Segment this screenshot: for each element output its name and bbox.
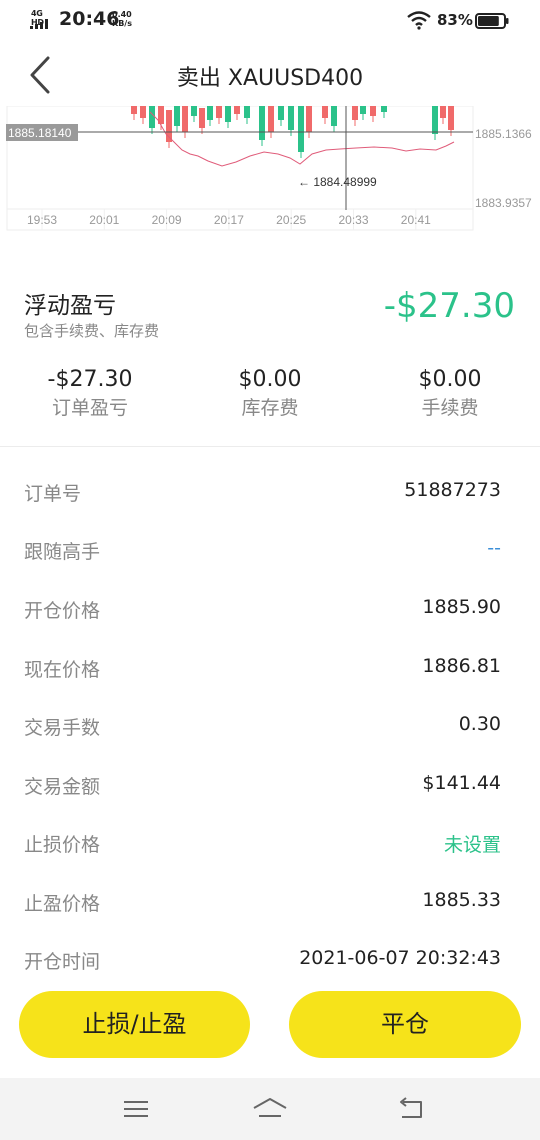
detail-key: 跟随高手 bbox=[24, 541, 101, 563]
divider bbox=[0, 446, 540, 447]
detail-key: 订单号 bbox=[24, 483, 82, 505]
candle bbox=[191, 106, 197, 116]
detail-row-current-price: 现在价格 1886.81 bbox=[24, 655, 501, 685]
system-nav-bar bbox=[0, 1078, 540, 1140]
time-tick-label: 20:01 bbox=[89, 213, 119, 227]
detail-row-lots: 交易手数 0.30 bbox=[24, 713, 501, 743]
floating-pl-title: 浮动盈亏 bbox=[24, 293, 116, 319]
floating-pl-subtitle: 包含手续费、库存费 bbox=[24, 322, 160, 340]
page-title: 卖出 XAUUSD400 bbox=[176, 66, 364, 91]
candle bbox=[278, 106, 284, 120]
clock: 20:46 bbox=[59, 8, 120, 30]
detail-value: 1885.90 bbox=[422, 596, 501, 618]
detail-row-take-profit: 止盈价格 1885.33 bbox=[24, 889, 501, 919]
price-marker-label: ← 1884.48999 bbox=[298, 175, 377, 189]
detail-key: 止盈价格 bbox=[24, 893, 101, 915]
candle bbox=[259, 106, 265, 140]
battery-percent: 83% bbox=[437, 11, 473, 29]
time-tick-label: 20:33 bbox=[338, 213, 368, 227]
time-tick-label: 20:17 bbox=[214, 213, 244, 227]
candle bbox=[288, 106, 294, 130]
detail-value: 1886.81 bbox=[422, 655, 501, 677]
detail-value: 1885.33 bbox=[422, 889, 501, 911]
candle bbox=[360, 106, 366, 114]
stat-label: 订单盈亏 bbox=[51, 397, 128, 419]
candle bbox=[182, 106, 188, 132]
time-tick-label: 20:41 bbox=[401, 213, 431, 227]
left-price-label: 1885.18140 bbox=[8, 126, 72, 140]
stat-order-pl: -$27.30 订单盈亏 bbox=[0, 366, 180, 422]
stat-commission: $0.00 手续费 bbox=[360, 366, 540, 422]
stat-swap-fee: $0.00 库存费 bbox=[180, 366, 360, 422]
stat-label: 库存费 bbox=[241, 397, 299, 419]
candle bbox=[331, 106, 337, 126]
stop-loss-take-profit-button[interactable]: 止损/止盈 bbox=[19, 991, 250, 1058]
candle bbox=[432, 106, 438, 134]
detail-row-stop-loss: 止损价格 未设置 bbox=[24, 830, 501, 860]
detail-row-amount: 交易金额 $141.44 bbox=[24, 772, 501, 802]
stat-value: $0.00 bbox=[238, 367, 302, 392]
speed-value: 0.40 bbox=[112, 10, 132, 19]
right-price-label-top: 1885.1366 bbox=[475, 127, 532, 141]
candle bbox=[174, 106, 180, 126]
candle bbox=[352, 106, 358, 120]
status-bar: 4G HD 20:46 0.40 KB/s 83% bbox=[0, 0, 540, 42]
time-tick-label: 20:25 bbox=[276, 213, 306, 227]
candle bbox=[216, 106, 222, 118]
floating-pl-value: -$27.30 bbox=[383, 286, 515, 326]
candle bbox=[440, 106, 446, 118]
battery-icon bbox=[475, 13, 509, 29]
menu-icon[interactable] bbox=[121, 1094, 151, 1124]
stat-value: $0.00 bbox=[418, 367, 482, 392]
stat-value: -$27.30 bbox=[47, 367, 133, 392]
candle bbox=[268, 106, 274, 132]
detail-key: 交易手数 bbox=[24, 717, 101, 739]
network-speed: 0.40 KB/s bbox=[112, 10, 132, 28]
detail-value: 0.30 bbox=[458, 713, 501, 735]
candle bbox=[234, 106, 240, 114]
candle bbox=[149, 106, 155, 128]
candle bbox=[370, 106, 376, 116]
detail-row-follow-trader: 跟随高手 -- bbox=[24, 537, 501, 567]
detail-key: 开仓时间 bbox=[24, 951, 101, 973]
detail-row-open-price: 开仓价格 1885.90 bbox=[24, 596, 501, 626]
wifi-icon bbox=[407, 11, 431, 30]
candle bbox=[225, 106, 231, 122]
detail-row-order-id: 订单号 51887273 bbox=[24, 479, 501, 509]
detail-key: 止损价格 bbox=[24, 834, 101, 856]
detail-key: 开仓价格 bbox=[24, 600, 101, 622]
detail-key: 现在价格 bbox=[24, 659, 101, 681]
candle bbox=[199, 108, 205, 128]
detail-row-open-time: 开仓时间 2021-06-07 20:32:43 bbox=[24, 947, 501, 977]
stat-label: 手续费 bbox=[421, 397, 479, 419]
candle bbox=[207, 106, 213, 120]
candle bbox=[140, 106, 146, 118]
detail-value: 51887273 bbox=[404, 479, 501, 501]
candle bbox=[448, 106, 454, 130]
close-position-button[interactable]: 平仓 bbox=[289, 991, 521, 1058]
right-price-label-bottom: 1883.9357 bbox=[475, 196, 532, 210]
candle bbox=[244, 106, 250, 118]
home-icon[interactable] bbox=[252, 1094, 288, 1124]
time-tick-label: 20:09 bbox=[152, 213, 182, 227]
candle bbox=[322, 106, 328, 118]
back-icon[interactable] bbox=[397, 1094, 427, 1124]
detail-key: 交易金额 bbox=[24, 776, 101, 798]
price-chart[interactable]: 1885.18140 1885.1366 1883.9357 ← 1884.48… bbox=[0, 106, 540, 234]
time-tick-label: 19:53 bbox=[27, 213, 57, 227]
detail-value[interactable]: -- bbox=[487, 537, 501, 559]
detail-value[interactable]: 未设置 bbox=[444, 830, 501, 857]
candle bbox=[298, 106, 304, 152]
detail-value: 2021-06-07 20:32:43 bbox=[299, 947, 501, 969]
signal-icon: 4G HD bbox=[30, 9, 54, 29]
speed-unit: KB/s bbox=[112, 19, 132, 28]
candle bbox=[131, 106, 137, 114]
candle bbox=[381, 106, 387, 112]
candle bbox=[306, 106, 312, 132]
detail-value: $141.44 bbox=[422, 772, 501, 794]
